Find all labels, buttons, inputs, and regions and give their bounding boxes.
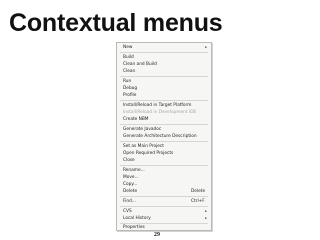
menu-item-cvs[interactable]: CVS ▸ — [117, 208, 211, 215]
menu-item-label: New — [123, 45, 133, 50]
menu-item-debug[interactable]: Debug — [117, 85, 211, 92]
contextual-menu: New ▸ Build Clean and Build Clean Run De… — [116, 42, 212, 231]
menu-item-properties[interactable]: Properties — [117, 224, 211, 231]
submenu-arrow-icon: ▸ — [205, 45, 207, 49]
menu-item-clean[interactable]: Clean — [117, 68, 211, 75]
menu-item-delete[interactable]: Delete Delete — [117, 188, 211, 195]
menu-separator — [120, 141, 208, 142]
menu-separator — [120, 206, 208, 207]
menu-item-install-reload[interactable]: Install/Reload in Target Platform — [117, 102, 211, 109]
menu-item-local-history[interactable]: Local History ▸ — [117, 215, 211, 222]
menu-item-generate-architecture[interactable]: Generate Architecture Description — [117, 133, 211, 140]
menu-item-new[interactable]: New ▸ — [117, 44, 211, 51]
menu-item-label: CVS — [123, 209, 132, 214]
menu-item-copy[interactable]: Copy... — [117, 181, 211, 188]
menu-item-find[interactable]: Find... Ctrl+F — [117, 198, 211, 205]
submenu-arrow-icon: ▸ — [205, 216, 207, 220]
menu-item-generate-javadoc[interactable]: Generate Javadoc — [117, 126, 211, 133]
menu-item-shortcut: Delete — [191, 189, 206, 194]
menu-item-rename[interactable]: Rename... — [117, 167, 211, 174]
menu-separator — [120, 196, 208, 197]
menu-item-run[interactable]: Run — [117, 78, 211, 85]
page-number: 29 — [154, 232, 160, 238]
menu-separator — [120, 52, 208, 53]
menu-item-install-reload-dev-ide: Install/Reload in Development IDE — [123, 110, 197, 115]
menu-item-move[interactable]: Move... — [117, 174, 211, 181]
menu-item-build[interactable]: Build — [117, 54, 211, 61]
menu-item-open-required-projects[interactable]: Open Required Projects — [117, 150, 211, 157]
menu-item-clean-and-build[interactable]: Clean and Build — [117, 61, 211, 68]
menu-separator — [120, 76, 208, 77]
menu-item-close[interactable]: Close — [117, 157, 211, 164]
menu-item-shortcut: Ctrl+F — [191, 199, 205, 204]
menu-separator — [120, 165, 208, 166]
menu-item-profile[interactable]: Profile — [117, 92, 211, 99]
menu-item-label: Delete — [123, 189, 138, 194]
menu-separator — [120, 100, 208, 101]
menu-item-create-nbm[interactable]: Create NBM — [117, 116, 211, 123]
menu-item-label: Find... — [123, 199, 136, 204]
menu-item-set-main-project[interactable]: Set as Main Project — [117, 143, 211, 150]
slide-title: Contextual menus — [9, 9, 223, 37]
menu-separator — [120, 124, 208, 125]
submenu-arrow-icon: ▸ — [205, 209, 207, 213]
menu-item-label: Local History — [123, 216, 151, 221]
